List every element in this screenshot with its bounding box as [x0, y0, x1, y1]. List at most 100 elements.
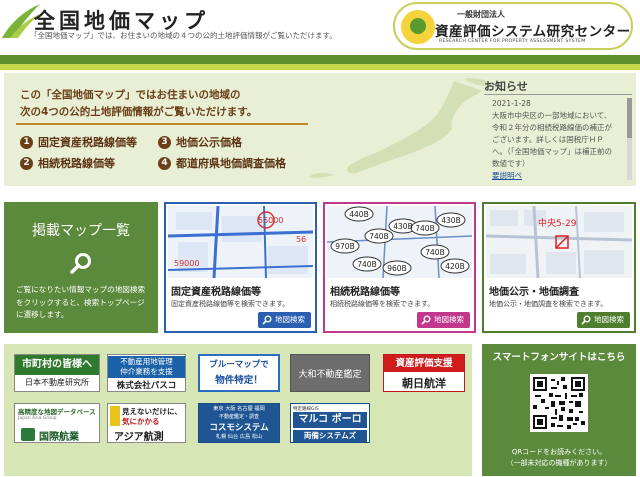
map-search-button[interactable]: 地図検索: [417, 312, 470, 328]
map-search-button[interactable]: 地図検索: [577, 312, 630, 328]
banner-cities-top: 東京 大阪 名古屋 福岡: [213, 406, 265, 412]
header-divider-accent: [0, 64, 640, 70]
organization-name: 資産評価システム研究センター: [435, 24, 631, 40]
map-list-description: ご覧になりたい情報マップの地図検索をクリックすると、検索トップページに遷移します…: [16, 285, 146, 319]
banner-company: 大和不動産鑑定: [298, 370, 362, 380]
map-thumbnail-image: 440B 430B 740B 970B 740B 430B 740B 960B …: [327, 206, 472, 278]
hero-item-2: 2 相続税路線価等: [20, 155, 115, 171]
qr-instructions-line1: QRコードをお読みください。: [511, 448, 607, 456]
organization-type: 一般財団法人: [457, 10, 505, 19]
banner-company: 日本不動産研究所: [25, 378, 89, 387]
banner-tagline-line2: 仲介業務を支援: [120, 367, 173, 376]
banner-headline: 物件特定！: [215, 375, 263, 386]
asia-logo-icon: [110, 406, 120, 426]
banner-kokusai-kogyo[interactable]: 高精度な地図データベース Japan Asia Group 国際航業: [14, 403, 100, 443]
banner-title: 市町村の皆様へ: [15, 355, 99, 375]
map-label: 430B: [441, 216, 460, 225]
qr-code: [530, 374, 588, 432]
card-fixed-asset-tax[interactable]: 55000 56 59000 固定資産税路線価等 固定資産税路線価等を検索できま…: [164, 202, 317, 333]
banner-tagline: 資産評価支援: [384, 355, 464, 372]
banner-cosmo-system[interactable]: 東京 大阪 名古屋 福岡 不動産鑑定・調査 コスモシステム 札幌 仙台 広島 松…: [198, 403, 280, 443]
map-search-button[interactable]: 地図検索: [258, 312, 311, 328]
map-label: 59000: [174, 259, 199, 268]
banner-tagline: ブルーマップで: [209, 360, 269, 370]
card-description: 地価公示・地価調査を検索できます。: [489, 300, 608, 308]
map-search-button-label: 地図検索: [275, 315, 305, 324]
map-thumbnail[interactable]: 440B 430B 740B 970B 740B 430B 740B 960B …: [327, 206, 472, 278]
map-label: 740B: [425, 248, 444, 257]
search-icon: [262, 315, 272, 325]
banner-tagline-line2: 気にかかる: [122, 417, 160, 426]
map-label: 56: [296, 235, 306, 244]
map-label: 420B: [445, 262, 464, 271]
map-label: 430B: [393, 222, 412, 231]
map-search-button-label: 地図検索: [434, 315, 464, 324]
japan-map-illustration: [308, 78, 492, 178]
qr-code-icon: [533, 377, 585, 429]
search-icon: [581, 315, 591, 325]
banner-asia-air-survey[interactable]: 見えないだけに、 気にかかる アジア航測: [107, 403, 186, 443]
map-list-title: 掲載マップ一覧: [32, 223, 130, 239]
banner-tagline: 不動産鑑定・調査: [218, 414, 259, 420]
banner-tagline: 不動産用地管理 仲介業務を支援: [108, 356, 185, 378]
map-thumbnail-image: 中央5-29: [486, 206, 632, 278]
banner-company: アジア航測: [114, 432, 164, 443]
map-label: 440B: [349, 210, 368, 219]
hero-item-label: 地価公示価格: [176, 136, 242, 149]
map-label: 740B: [415, 224, 434, 233]
header-divider: [0, 55, 640, 64]
page: { "header": { "title": "全国地価マップ", "subti…: [0, 0, 640, 477]
news-scrollbar[interactable]: [627, 98, 632, 180]
card-land-price[interactable]: 中央5-29 地価公示・地価調査 地価公示・地価調査を検索できます。 地図検索: [482, 202, 636, 333]
card-title: 相続税路線価等: [330, 287, 400, 298]
number-badge: 2: [20, 156, 33, 170]
hero-item-3: 3 地価公示価格: [158, 134, 242, 150]
map-thumbnail[interactable]: 55000 56 59000: [168, 206, 313, 278]
organization-logo[interactable]: 一般財団法人 資産評価システム研究センター RESEARCH CENTER FO…: [393, 2, 633, 50]
banner-company: 朝日航洋: [402, 377, 446, 390]
kokusai-logo-icon: [21, 428, 35, 441]
banner-japan-real-estate-institute[interactable]: 市町村の皆様へ 日本不動産研究所: [14, 354, 100, 392]
map-label: 中央5-29: [538, 217, 577, 229]
card-description: 相続税路線価等を検索できます。: [330, 300, 435, 308]
news-body-text: 大阪市中央区の一部地域において、令和２年分の相続税路線価の補正がございます。詳し…: [492, 111, 612, 168]
hero-item-4: 4 都道府県地価調査価格: [158, 155, 286, 171]
news-divider: [484, 94, 632, 95]
search-icon: [421, 315, 431, 325]
news-panel: お知らせ 2021-1-28 大阪市中央区の一部地域において、令和２年分の相続税…: [484, 78, 632, 182]
map-thumbnail[interactable]: 中央5-29: [486, 206, 632, 278]
hero-item-label: 相続税路線価等: [38, 157, 115, 170]
banner-tagline: 高精度な地図データベース: [18, 408, 96, 416]
site-header: 全国地価マップ 「全国地価マップ」では、お住まいの地域の４つの公的土地評価情報が…: [0, 0, 640, 55]
news-body[interactable]: 大阪市中央区の一部地域において、令和２年分の相続税路線価の補正がございます。詳し…: [492, 110, 617, 180]
banner-company: 国際航業: [39, 432, 79, 443]
hero-item-label: 都道府県地価調査価格: [176, 157, 286, 170]
banner-pasco[interactable]: 不動産用地管理 仲介業務を支援 株式会社パスコ: [107, 354, 186, 392]
hero-lead-line1: この「全国地価マップ」ではお住まいの地域の: [20, 89, 241, 101]
banner-asahi-koyo[interactable]: 資産評価支援 朝日航洋: [383, 354, 465, 392]
banner-product: マルコ ポーロ: [293, 412, 367, 428]
page-subtitle: 「全国地価マップ」では、お住まいの地域の４つの公的土地評価情報がご覧いただけます…: [30, 31, 337, 40]
banner-tagline-line1: 不動産用地管理: [120, 357, 173, 366]
card-description: 固定資産税路線価等を検索できます。: [171, 300, 290, 308]
banner-ryobi-systems[interactable]: 特定路線GIS マルコ ポーロ 両備システムズ: [290, 403, 370, 443]
organization-english-name: RESEARCH CENTER FOR PROPERTY ASSESSMENT …: [439, 39, 586, 44]
number-badge: 4: [158, 156, 171, 170]
news-more-link[interactable]: 要説明ペ: [492, 170, 617, 180]
card-title: 地価公示・地価調査: [489, 287, 579, 298]
map-label: 970B: [335, 242, 354, 251]
map-list-panel: 掲載マップ一覧 ご覧になりたい情報マップの地図検索をクリックすると、検索トップペ…: [4, 202, 158, 333]
banner-company: コスモシステム: [209, 423, 269, 433]
smartphone-site-panel: スマートフォンサイトはこちら QRコードをお読みください。 （一部未対応の機種が…: [482, 344, 636, 476]
map-label: 960B: [387, 264, 406, 273]
number-badge: 3: [158, 135, 171, 149]
smartphone-site-title[interactable]: スマートフォンサイトはこちら: [482, 349, 636, 363]
qr-instructions-line2: （一部未対応の機種があります）: [506, 458, 612, 467]
banner-blue-map[interactable]: ブルーマップで 物件特定！: [198, 354, 280, 392]
search-icon: [70, 253, 91, 274]
card-inheritance-tax[interactable]: 440B 430B 740B 970B 740B 430B 740B 960B …: [323, 202, 476, 333]
map-label: 740B: [357, 260, 376, 269]
hero-item-label: 固定資産税路線価等: [38, 136, 137, 149]
banner-daiwa-appraisal[interactable]: 大和不動産鑑定: [290, 354, 370, 392]
card-title: 固定資産税路線価等: [171, 287, 261, 298]
